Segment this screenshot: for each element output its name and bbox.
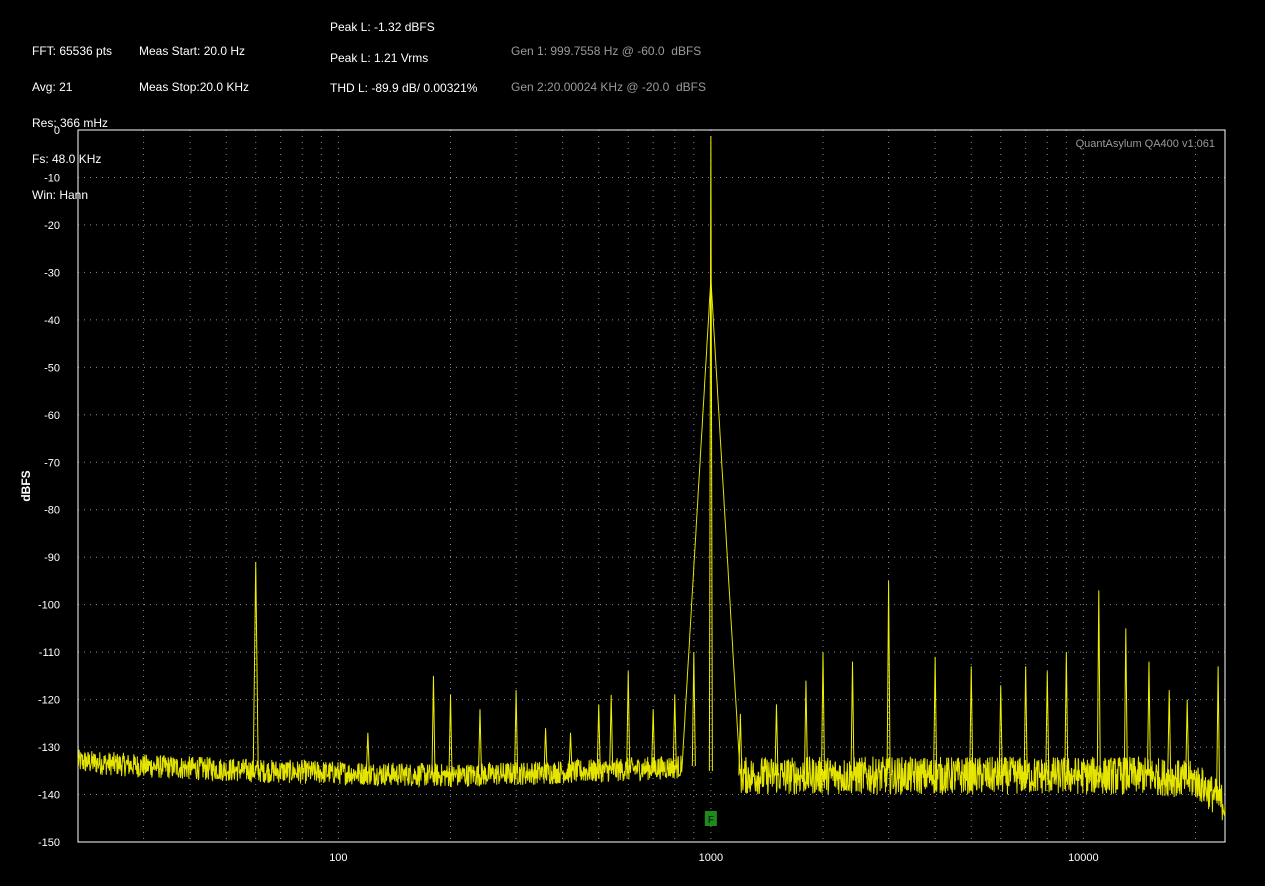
spectrum-peak <box>1096 590 1101 776</box>
watermark: QuantAsylum QA400 v1.061 <box>1076 138 1215 150</box>
spectrum-peak <box>365 732 370 774</box>
spectrum-peak <box>609 694 614 771</box>
y-tick-label: -150 <box>38 837 60 849</box>
y-tick-label: -40 <box>44 315 60 327</box>
y-tick-label: -70 <box>44 457 60 469</box>
spectrum-peak <box>933 656 938 776</box>
spectrum-peak <box>1185 699 1190 780</box>
x-tick-label: 1000 <box>699 852 723 864</box>
x-tick-label: 10000 <box>1068 852 1099 864</box>
y-tick-label: -60 <box>44 410 60 422</box>
spectrum-peak <box>738 713 743 776</box>
spectrum-peak <box>1216 666 1221 799</box>
spectrum-peak <box>448 694 453 776</box>
spectrum-peak <box>1167 690 1172 778</box>
y-tick-label: -90 <box>44 552 60 564</box>
spectrum-peak <box>821 652 826 776</box>
spectrum-peak <box>431 675 436 776</box>
spectrum-peak <box>708 136 713 772</box>
spectrum-peak <box>1123 628 1128 776</box>
y-tick-label: -120 <box>38 695 60 707</box>
spectrum-peak <box>1023 666 1028 776</box>
spectrum-peak <box>1045 671 1050 776</box>
y-tick-label: -100 <box>38 600 60 612</box>
x-tick-label: 100 <box>329 852 347 864</box>
y-tick-label: 0 <box>54 125 60 137</box>
y-tick-label: -10 <box>44 172 60 184</box>
spectrum-peak <box>252 561 259 771</box>
y-tick-label: -110 <box>39 647 60 659</box>
y-tick-label: -140 <box>38 790 60 802</box>
spectrum-peak <box>969 666 974 776</box>
fft-spectrum-chart[interactable]: 0 -10 -20 -30 -40 -50 -60 -70 -80 -90 -100 -110 -120… <box>0 0 1265 886</box>
spectrum-peak <box>886 580 891 776</box>
fundamental-marker-label: F <box>708 815 714 826</box>
y-axis-label: dBFS <box>19 470 33 501</box>
spectrum-peak <box>477 709 482 775</box>
spectrum-peak <box>1064 652 1069 776</box>
y-tick-label: -80 <box>44 505 60 517</box>
spectrum-peak <box>850 661 855 776</box>
y-tick-label: -50 <box>44 362 60 374</box>
spectrum-peak <box>1146 661 1151 776</box>
plot-frame <box>77 129 1226 843</box>
y-tick-label: -130 <box>38 742 60 754</box>
spectrum-trace <box>77 280 1226 821</box>
y-tick-label: -30 <box>44 267 60 279</box>
y-tick-label: -20 <box>44 220 60 232</box>
